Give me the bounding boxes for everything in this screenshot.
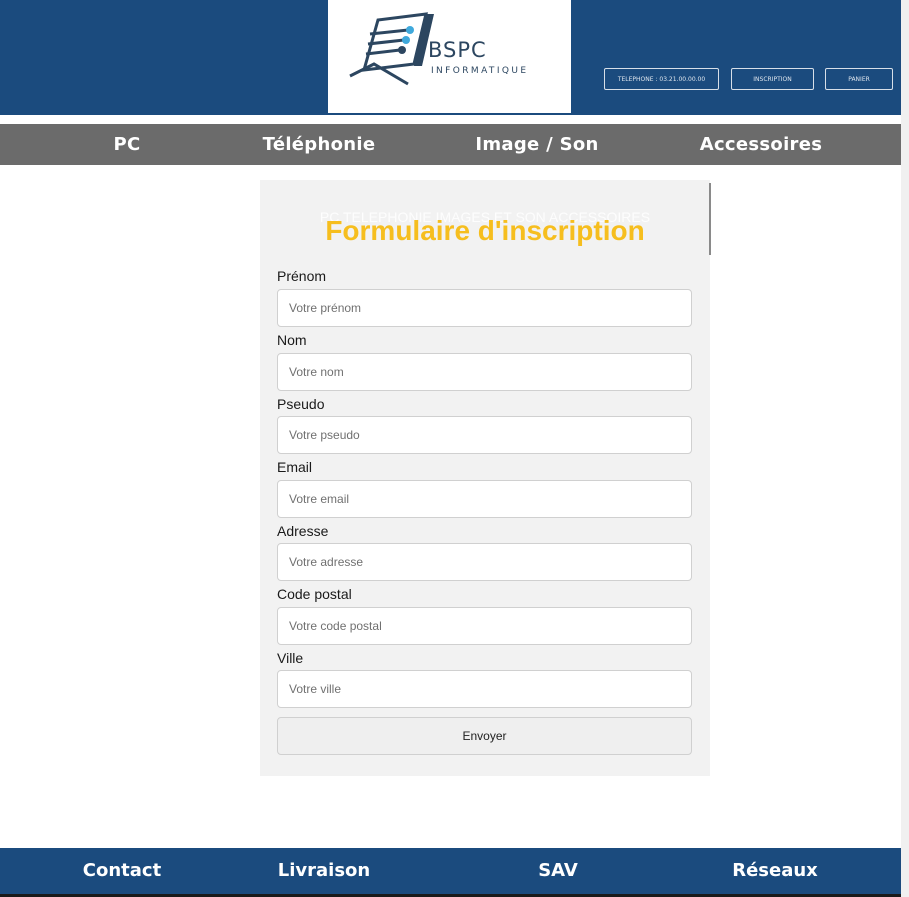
nav-item-telephonie[interactable]: Téléphonie (219, 124, 419, 165)
panier-button[interactable]: PANIER (825, 68, 893, 90)
pseudo-input[interactable] (277, 416, 692, 454)
inscription-button[interactable]: INSCRIPTION (731, 68, 814, 90)
ville-input[interactable] (277, 670, 692, 708)
brand-tagline: INFORMATIQUE (431, 66, 529, 76)
page-scrollbar[interactable] (901, 0, 909, 897)
label-email: Email (277, 459, 313, 475)
adresse-input[interactable] (277, 543, 692, 581)
logo[interactable]: BSPC INFORMATIQUE (328, 0, 571, 115)
email-input[interactable] (277, 480, 692, 518)
label-pseudo: Pseudo (277, 396, 325, 412)
footer-item-contact[interactable]: Contact (22, 848, 222, 894)
submit-button[interactable]: Envoyer (277, 717, 692, 755)
brand-name: BSPC (428, 38, 487, 62)
form-title: Formulaire d'inscription (325, 215, 645, 246)
nav-item-pc[interactable]: PC (27, 124, 227, 165)
footer-item-reseaux[interactable]: Réseaux (675, 848, 875, 894)
site-header: BSPC INFORMATIQUE TELEPHONE : 03.21.00.0… (0, 0, 901, 115)
nav-item-image-son[interactable]: Image / Son (437, 124, 637, 165)
site-footer: Contact Livraison SAV Réseaux (0, 848, 901, 894)
label-ville: Ville (277, 650, 304, 666)
label-code-postal: Code postal (277, 586, 352, 602)
label-nom: Nom (277, 332, 307, 348)
main-nav: PC Téléphonie Image / Son Accessoires (0, 124, 901, 165)
footer-item-sav[interactable]: SAV (458, 848, 658, 894)
telephone-button[interactable]: TELEPHONE : 03.21.00.00.00 (604, 68, 719, 90)
label-adresse: Adresse (277, 523, 329, 539)
nav-item-accessoires[interactable]: Accessoires (661, 124, 861, 165)
logo-icon (349, 12, 434, 86)
label-prenom: Prénom (277, 268, 327, 284)
nom-input[interactable] (277, 353, 692, 391)
prenom-input[interactable] (277, 289, 692, 327)
code-postal-input[interactable] (277, 607, 692, 645)
footer-item-livraison[interactable]: Livraison (224, 848, 424, 894)
